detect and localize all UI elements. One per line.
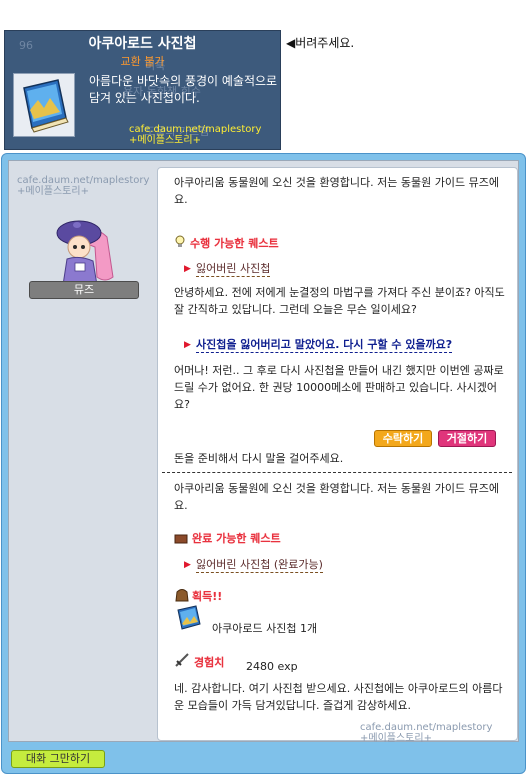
- accept-button[interactable]: 수락하기: [374, 430, 432, 447]
- completable-quests-header: 완료 가능한 퀘스트: [192, 532, 281, 545]
- bullet-icon: ▶: [184, 560, 191, 570]
- bullet-icon: ▶: [184, 264, 191, 274]
- available-quests-header: 수행 가능한 퀘스트: [190, 237, 279, 250]
- dialog-text: 안녕하세요. 전에 저에게 눈결정의 마법구를 가져다 주신 분이죠? 아직도 …: [174, 286, 505, 316]
- quest-link-lost-album-complete[interactable]: 잃어버린 사진첩 (완료가능): [196, 558, 323, 573]
- item-tooltip: 96 버룩 용자 동화책 회수 도움의 가르침 아쿠아로드 사진첩 교환 불가 …: [4, 30, 281, 150]
- book-icon: [174, 530, 188, 549]
- watermark: cafe.daum.net/maplestory +메이플스토리+: [129, 124, 261, 146]
- divider: [162, 472, 512, 473]
- npc-name-plate: 뮤즈: [29, 281, 139, 299]
- bag-icon: [174, 586, 190, 606]
- watermark-name: +메이플스토리+: [129, 135, 201, 146]
- greeting-text: 아쿠아리움 동물원에 오신 것을 환영합니다. 저는 동물원 가이드 뮤즈에요.: [174, 482, 499, 512]
- exp-value: 2480 exp: [246, 660, 298, 673]
- side-note: ◀버려주세요.: [286, 36, 355, 50]
- watermark-url: cafe.daum.net/maplestory: [17, 175, 150, 186]
- closing-text: 네. 감사합니다. 여기 사진첩 받으세요. 사진첩에는 아쿠아로드의 아름다운…: [174, 682, 503, 712]
- trade-status: 교환 불가: [120, 55, 165, 68]
- watermark: cafe.daum.net/maplestory +메이플스토리+: [360, 722, 492, 744]
- watermark-name: +메이플스토리+: [17, 186, 89, 197]
- sword-icon: [174, 652, 190, 672]
- watermark-url: cafe.daum.net/maplestory: [129, 124, 262, 135]
- bullet-icon: ▶: [184, 340, 191, 350]
- greeting-text: 아쿠아리움 동물원에 오신 것을 환영합니다. 저는 동물원 가이드 뮤즈에요.: [174, 176, 499, 206]
- lightbulb-icon: [174, 234, 186, 253]
- photo-album-icon: [13, 73, 75, 137]
- dialog-content: 아쿠아리움 동물원에 오신 것을 환영합니다. 저는 동물원 가이드 뮤즈에요.…: [157, 167, 518, 744]
- watermark-url: cafe.daum.net/maplestory: [360, 722, 493, 733]
- decline-button[interactable]: 거절하기: [438, 430, 496, 447]
- npc-dialog-window: cafe.daum.net/maplestory +메이플스토리+ 뮤즈 아쿠아…: [1, 153, 526, 774]
- watermark: cafe.daum.net/maplestory +메이플스토리+: [17, 175, 149, 197]
- exp-header: 경험치: [194, 656, 225, 669]
- dialog-text: 어머나! 저런.. 그 후로 다시 사진첩을 만들어 내긴 했지만 이번엔 공짜…: [174, 364, 504, 411]
- dialog-body: cafe.daum.net/maplestory +메이플스토리+ 뮤즈 아쿠아…: [8, 160, 519, 744]
- dialog-choice[interactable]: 사진첩을 잃어버리고 말았어요. 다시 구할 수 있을까요?: [196, 338, 453, 353]
- end-chat-button[interactable]: 대화 그만하기: [11, 750, 105, 768]
- dialog-text: 돈을 준비해서 다시 말을 걸어주세요.: [174, 452, 344, 465]
- watermark-name: +메이플스토리+: [360, 733, 432, 744]
- reward-item-text: 아쿠아로드 사진첩 1개: [212, 622, 318, 635]
- item-title: 아쿠아로드 사진첩: [88, 36, 197, 52]
- photo-album-icon: [174, 604, 204, 636]
- item-description: 아름다운 바닷속의 풍경이 예술적으로 담겨 있는 사진첩이다.: [89, 74, 278, 105]
- quest-link-lost-album[interactable]: 잃어버린 사진첩: [196, 262, 271, 277]
- reward-header: 획득!!: [192, 590, 223, 603]
